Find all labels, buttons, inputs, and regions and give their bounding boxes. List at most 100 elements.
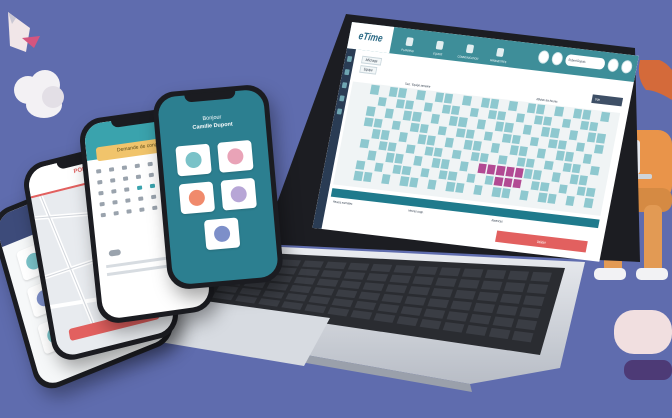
user-menu[interactable]: Robert Dupuis xyxy=(564,54,606,70)
planning-cell[interactable] xyxy=(444,137,455,148)
calendar-day[interactable] xyxy=(135,174,142,180)
planning-cell[interactable] xyxy=(359,138,370,149)
planning-cell[interactable] xyxy=(459,161,469,171)
view-button[interactable]: Voir xyxy=(591,94,624,107)
planning-cell[interactable] xyxy=(479,152,490,163)
planning-cell[interactable] xyxy=(536,104,546,114)
planning-cell[interactable] xyxy=(530,180,541,191)
calendar-day[interactable] xyxy=(122,176,129,181)
planning-cell[interactable] xyxy=(363,116,374,127)
planning-cell[interactable] xyxy=(355,159,366,170)
planning-cell[interactable] xyxy=(430,113,440,124)
calendar-day[interactable] xyxy=(97,179,103,185)
planning-cell[interactable] xyxy=(398,132,409,142)
calendar-day[interactable] xyxy=(98,190,104,196)
planning-cell[interactable] xyxy=(579,120,590,131)
tile-team[interactable] xyxy=(220,177,257,211)
planning-cell[interactable] xyxy=(410,122,420,133)
planning-cell[interactable] xyxy=(561,118,571,129)
planning-cell[interactable] xyxy=(462,95,472,106)
tile-messages[interactable] xyxy=(203,217,241,251)
planning-cell[interactable] xyxy=(557,139,567,150)
calendar-day[interactable] xyxy=(111,189,117,194)
planning-cell[interactable] xyxy=(489,98,500,109)
planning-cell[interactable] xyxy=(394,153,405,164)
planning-cell[interactable] xyxy=(536,148,547,159)
planning-cell[interactable] xyxy=(438,169,449,180)
planning-cell[interactable] xyxy=(541,126,551,137)
planning-cell[interactable] xyxy=(387,141,397,152)
planning-cell[interactable] xyxy=(512,178,522,189)
planning-cell[interactable] xyxy=(399,176,410,186)
planning-cell[interactable] xyxy=(537,192,548,203)
calendar-day[interactable] xyxy=(124,187,130,192)
section-tab-team[interactable]: Equipe xyxy=(359,65,378,75)
planning-cell[interactable] xyxy=(502,133,512,144)
nav-tab-team[interactable]: EQUIPE xyxy=(422,31,456,61)
planning-cell[interactable] xyxy=(388,86,399,97)
planning-cell[interactable] xyxy=(458,117,468,127)
planning-cell[interactable] xyxy=(505,166,515,177)
planning-cell[interactable] xyxy=(405,143,416,154)
planning-cell[interactable] xyxy=(558,183,568,194)
planning-cell[interactable] xyxy=(378,140,388,151)
planning-cell[interactable] xyxy=(589,121,599,132)
planning-cell[interactable] xyxy=(447,170,458,181)
planning-cell[interactable] xyxy=(448,115,459,126)
planning-cell[interactable] xyxy=(417,134,427,145)
planning-cell[interactable] xyxy=(370,84,380,95)
planning-cell[interactable] xyxy=(366,150,377,161)
planning-cell[interactable] xyxy=(596,133,606,144)
nav-tab-planning[interactable]: PLANNING xyxy=(392,27,426,57)
calendar-day[interactable] xyxy=(121,165,128,171)
section-tab-display[interactable]: Affichage xyxy=(361,55,382,66)
planning-cell[interactable] xyxy=(454,182,465,193)
planning-cell[interactable] xyxy=(395,98,406,109)
planning-cell[interactable] xyxy=(544,160,554,170)
planning-cell[interactable] xyxy=(571,163,582,174)
planning-cell[interactable] xyxy=(440,159,451,169)
planning-cell[interactable] xyxy=(353,170,364,181)
refresh-icon[interactable] xyxy=(606,58,620,73)
planning-cell[interactable] xyxy=(493,176,504,187)
calendar-day[interactable] xyxy=(108,167,115,172)
planning-cell[interactable] xyxy=(508,100,518,111)
planning-cell[interactable] xyxy=(568,130,579,140)
tile-clock[interactable] xyxy=(178,181,216,215)
planning-cell[interactable] xyxy=(523,168,533,179)
planning-cell[interactable] xyxy=(465,128,475,139)
planning-cell[interactable] xyxy=(543,116,553,126)
planning-cell[interactable] xyxy=(443,93,454,104)
planning-cell[interactable] xyxy=(522,124,533,135)
planning-cell[interactable] xyxy=(362,171,373,182)
planning-cell[interactable] xyxy=(404,99,415,110)
planning-cell[interactable] xyxy=(515,112,525,123)
planning-cell[interactable] xyxy=(397,87,408,98)
planning-cell[interactable] xyxy=(575,141,586,152)
planning-cell[interactable] xyxy=(419,123,429,134)
calendar-day[interactable] xyxy=(138,196,144,202)
help-round-icon[interactable] xyxy=(550,51,564,66)
planning-cell[interactable] xyxy=(511,134,521,145)
planning-cell[interactable] xyxy=(473,184,483,195)
planning-cell[interactable] xyxy=(437,125,448,136)
planning-cell[interactable] xyxy=(490,142,501,153)
calendar-day[interactable] xyxy=(149,183,156,189)
calendar-day[interactable] xyxy=(112,199,118,205)
planning-cell[interactable] xyxy=(550,127,560,138)
calendar-day[interactable] xyxy=(139,207,145,212)
sidebar-icon[interactable] xyxy=(339,95,345,102)
planning-cell[interactable] xyxy=(451,105,461,115)
calendar-day[interactable] xyxy=(110,178,116,183)
planning-cell[interactable] xyxy=(402,110,413,121)
calendar-day[interactable] xyxy=(150,194,157,200)
planning-cell[interactable] xyxy=(551,172,561,182)
planning-cell[interactable] xyxy=(427,179,437,190)
planning-cell[interactable] xyxy=(373,118,383,128)
planning-cell[interactable] xyxy=(456,127,466,138)
planning-cell[interactable] xyxy=(480,97,491,108)
planning-cell[interactable] xyxy=(509,145,519,155)
planning-cell[interactable] xyxy=(451,149,462,160)
planning-cell[interactable] xyxy=(547,193,557,204)
tile-planning[interactable] xyxy=(175,143,212,177)
